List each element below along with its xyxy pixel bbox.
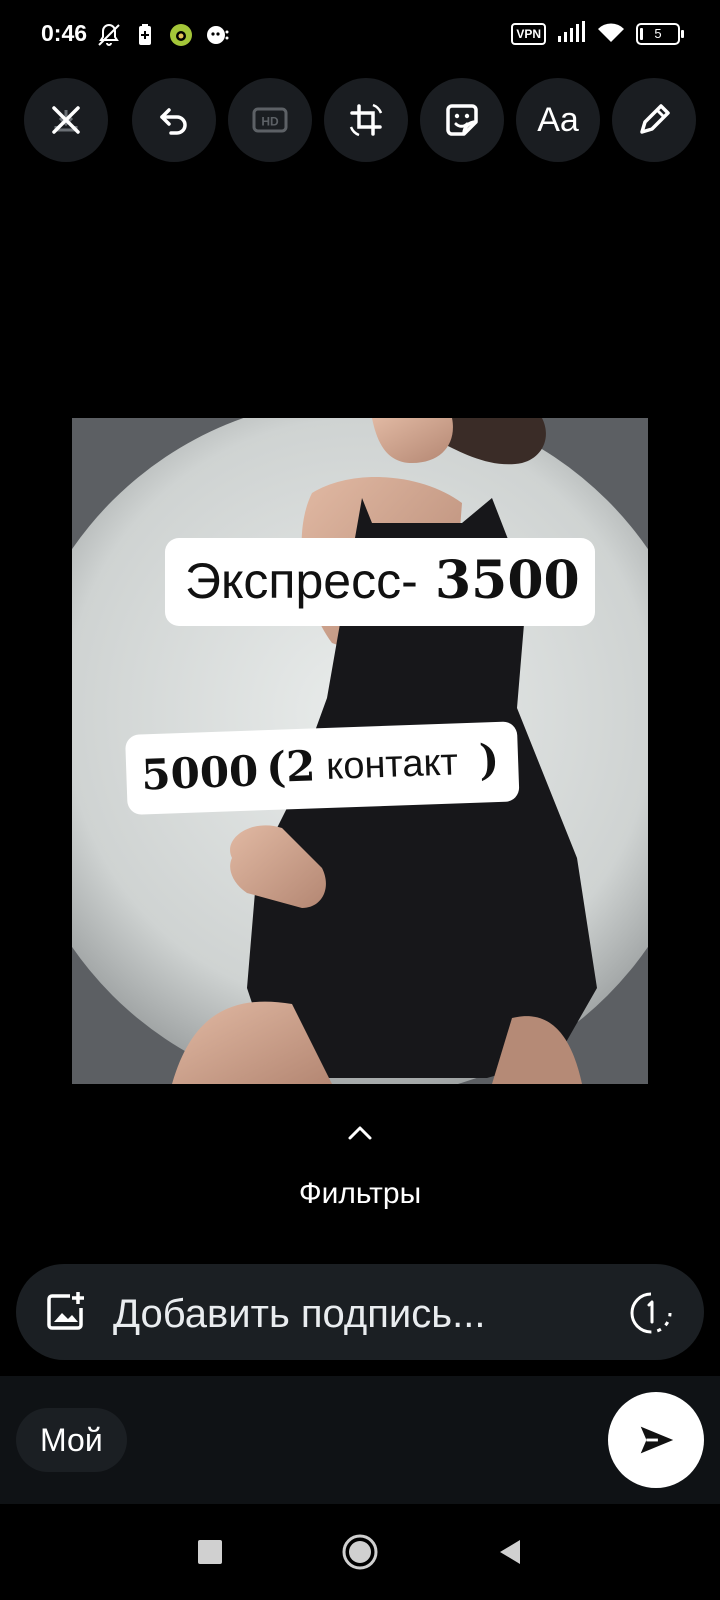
timer-icon[interactable] (628, 1290, 674, 1336)
wifi-icon (596, 20, 626, 48)
sticker-contacts-count: (2 (265, 741, 317, 793)
sticker-contacts-close: ) (478, 734, 500, 785)
sticker-express-price: 3500 (435, 550, 580, 611)
crop-rotate-button[interactable] (324, 78, 408, 162)
home-icon[interactable] (340, 1532, 380, 1572)
status-bar: 0:46 VPN 5 (0, 0, 720, 70)
undo-icon (160, 108, 187, 135)
caption-bar (16, 1264, 704, 1360)
bell-off-icon (96, 22, 122, 48)
add-photo-icon[interactable] (44, 1290, 88, 1334)
svg-text:HD: HD (261, 115, 279, 129)
status-left-icons (96, 20, 230, 50)
undo-button[interactable] (132, 78, 216, 162)
hd-button[interactable]: HD (228, 78, 312, 162)
text-tool-label: Aa (537, 100, 579, 139)
battery-fill (640, 28, 643, 40)
chevron-up-icon (348, 1126, 372, 1140)
assistant-icon (204, 22, 230, 48)
sticker-express-label: Экспресс- (185, 553, 418, 609)
status-right: VPN 5 (511, 20, 684, 48)
sticker-icon (446, 104, 478, 136)
back-icon[interactable] (490, 1532, 530, 1572)
send-button[interactable] (608, 1392, 704, 1488)
caption-input[interactable] (111, 1290, 615, 1338)
audience-chip[interactable]: Мой (16, 1408, 127, 1472)
story-editor-screen: 0:46 VPN 5 HD Aa Экспресс- 3500 5000 (2 … (0, 0, 720, 1600)
text-button[interactable]: Aa (516, 78, 600, 162)
signal-icon (556, 20, 586, 48)
share-panel: Мой (0, 1376, 720, 1504)
close-download-icon (52, 106, 80, 134)
sticker-contacts-price: 5000 (140, 746, 260, 800)
sticker-button[interactable] (420, 78, 504, 162)
filters-label: Фильтры (298, 1177, 422, 1210)
app-icon (168, 22, 194, 48)
sticker-contacts-text: контакт (325, 741, 459, 788)
close-button[interactable] (24, 78, 108, 162)
price-sticker-contacts[interactable]: 5000 (2 контакт ) (125, 721, 520, 815)
filters-toggle[interactable]: Фильтры (0, 1115, 720, 1215)
price-sticker-express[interactable]: Экспресс- 3500 (165, 538, 595, 626)
editor-toolbar: HD Aa (0, 78, 720, 162)
crop-rotate-icon (349, 103, 383, 137)
battery-icon: 5 (636, 23, 684, 45)
draw-button[interactable] (612, 78, 696, 162)
battery-level: 5 (654, 26, 662, 41)
send-icon (640, 1426, 674, 1454)
hd-icon: HD (252, 107, 288, 133)
battery-saver-icon (132, 22, 158, 48)
status-time: 0:46 (41, 20, 88, 46)
recents-icon[interactable] (190, 1532, 230, 1572)
system-nav-bar (0, 1504, 720, 1600)
pencil-icon (640, 104, 670, 134)
vpn-badge: VPN (511, 23, 546, 45)
